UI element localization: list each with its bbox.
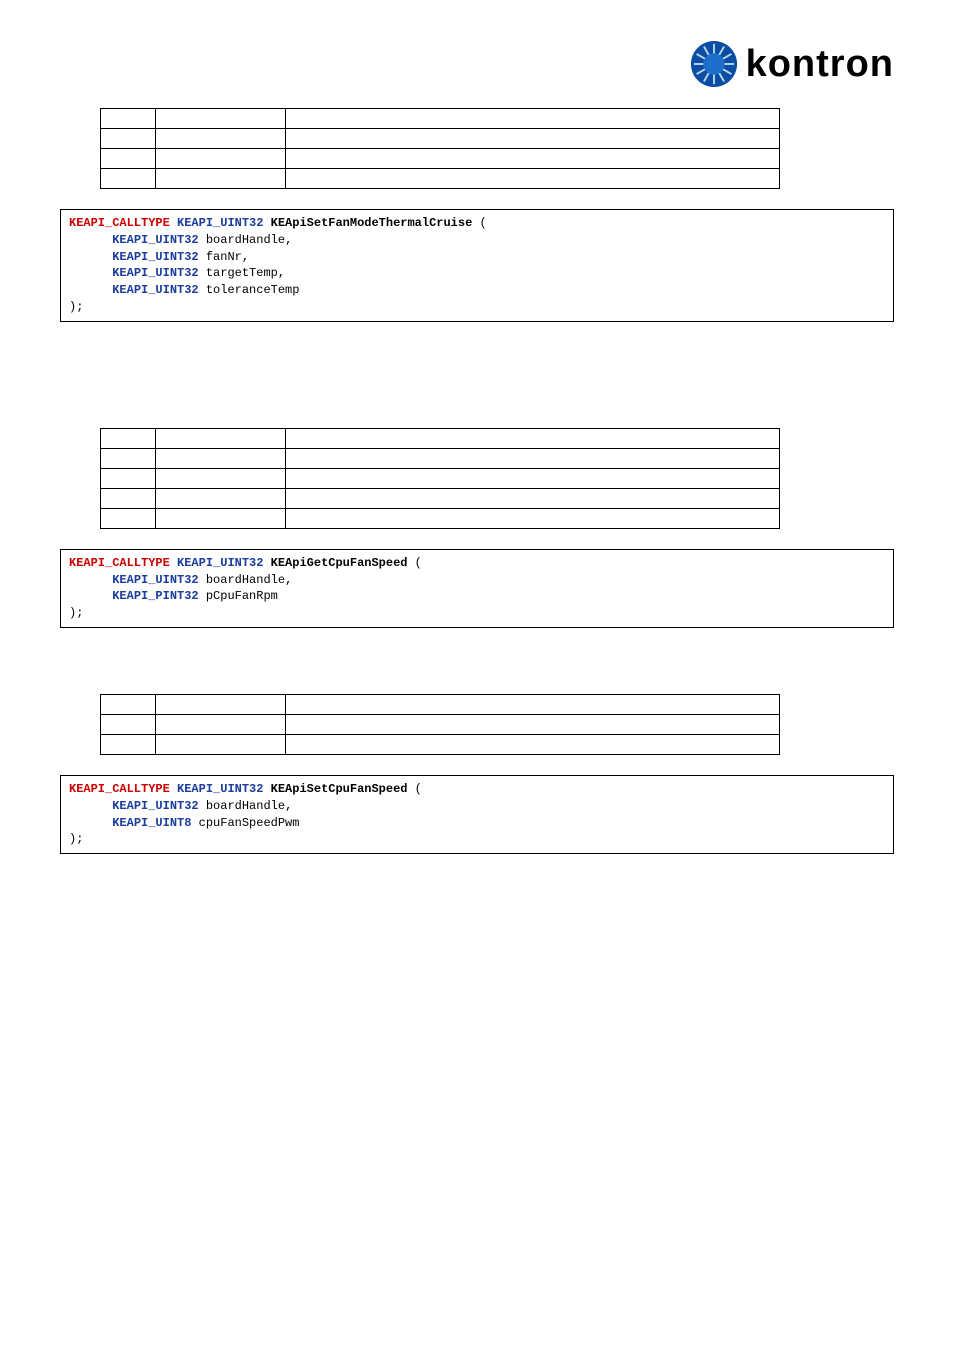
param-name: pCpuFanRpm [206, 589, 278, 603]
param-name: cpuFanSpeedPwm [199, 816, 300, 830]
keyword-calltype: KEAPI_CALLTYPE [69, 216, 170, 230]
table-row [101, 714, 780, 734]
function-name: KEApiGetCpuFanSpeed [271, 556, 408, 570]
keyword-calltype: KEAPI_CALLTYPE [69, 556, 170, 570]
keyword-rettype: KEAPI_UINT32 [177, 782, 263, 796]
param-table-2 [100, 428, 780, 529]
keyword-calltype: KEAPI_CALLTYPE [69, 782, 170, 796]
function-name: KEApiSetFanModeThermalCruise [271, 216, 473, 230]
param-type: KEAPI_UINT8 [112, 816, 191, 830]
table-row [101, 694, 780, 714]
code-block-setcpufanspeed: KEAPI_CALLTYPE KEAPI_UINT32 KEApiSetCpuF… [60, 775, 894, 854]
table-row [101, 109, 780, 129]
table-row [101, 734, 780, 754]
code-block-getcpufanspeed: KEAPI_CALLTYPE KEAPI_UINT32 KEApiGetCpuF… [60, 549, 894, 628]
table-row [101, 508, 780, 528]
param-name: boardHandle [206, 233, 285, 247]
param-name: boardHandle [206, 799, 285, 813]
param-type: KEAPI_UINT32 [112, 266, 198, 280]
table-row [101, 448, 780, 468]
code-block-setfanmode: KEAPI_CALLTYPE KEAPI_UINT32 KEApiSetFanM… [60, 209, 894, 322]
param-name: toleranceTemp [206, 283, 300, 297]
table-row [101, 149, 780, 169]
table-row [101, 468, 780, 488]
kontron-logo-icon [690, 40, 738, 88]
function-name: KEApiSetCpuFanSpeed [271, 782, 408, 796]
param-table-3 [100, 694, 780, 755]
param-type: KEAPI_UINT32 [112, 799, 198, 813]
param-name: targetTemp [206, 266, 278, 280]
keyword-rettype: KEAPI_UINT32 [177, 556, 263, 570]
param-type: KEAPI_UINT32 [112, 250, 198, 264]
table-row [101, 428, 780, 448]
table-row [101, 129, 780, 149]
brand-name: kontron [746, 43, 894, 86]
param-type: KEAPI_UINT32 [112, 573, 198, 587]
param-type: KEAPI_PINT32 [112, 589, 198, 603]
keyword-rettype: KEAPI_UINT32 [177, 216, 263, 230]
brand-logo: kontron [60, 40, 894, 88]
table-row [101, 488, 780, 508]
param-type: KEAPI_UINT32 [112, 233, 198, 247]
param-name: boardHandle [206, 573, 285, 587]
param-name: fanNr [206, 250, 242, 264]
table-row [101, 169, 780, 189]
param-table-1 [100, 108, 780, 189]
param-type: KEAPI_UINT32 [112, 283, 198, 297]
